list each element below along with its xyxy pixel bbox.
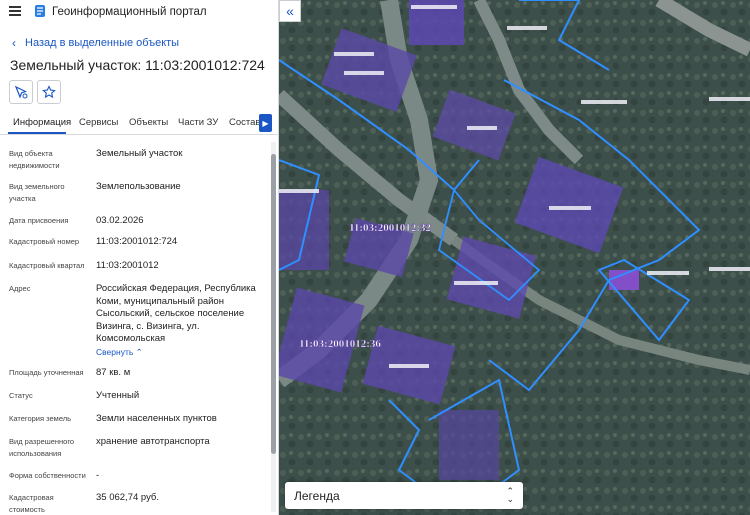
property-label: Статус: [9, 391, 33, 400]
cadastral-tag: [549, 206, 591, 210]
top-bar: Геоинформационный портал: [0, 0, 278, 24]
cadastral-tag: [709, 97, 750, 101]
favorite-button[interactable]: [37, 80, 61, 104]
property-label: Дата присвоения: [9, 216, 69, 225]
cadastral-tag: [411, 5, 457, 9]
cadastral-tag: [507, 26, 547, 30]
cadastral-tag: [647, 271, 689, 275]
property-value: 35 062,74 руб.: [96, 492, 160, 503]
collapse-link-label: Свернуть: [96, 346, 134, 357]
tab-objects[interactable]: Объекты: [129, 117, 168, 128]
property-value: Землепользование: [96, 181, 181, 192]
property-label: Площадь уточненная: [9, 368, 84, 377]
property-value: Учтенный: [96, 390, 140, 401]
menu-icon[interactable]: [9, 6, 21, 16]
cadastral-tag: [467, 126, 497, 130]
property-value: 87 кв. м: [96, 367, 131, 378]
star-icon: [42, 85, 56, 99]
back-link-label: Назад в выделенные объекты: [25, 37, 180, 49]
property-label: Форма собственности: [9, 471, 86, 480]
cadastral-tag: [334, 52, 374, 56]
property-label: Кадастровая стоимость: [9, 493, 54, 514]
cadastral-tag: [454, 281, 498, 285]
cadastral-tag: [581, 100, 627, 104]
map-label-parcel-32[interactable]: 11:03:2001012:32: [349, 222, 432, 234]
panel-scrollbar[interactable]: [271, 142, 276, 512]
map-canvas[interactable]: 11:03:2001012:32 11:03:2001012:36: [279, 0, 750, 515]
property-label: Вид объекта недвижимости: [9, 149, 60, 170]
chevron-left-icon: ‹: [12, 36, 16, 50]
property-value[interactable]: 11:03:2001012:724: [96, 236, 266, 249]
property-value: Земельный участок: [96, 148, 183, 159]
page-title: Земельный участок: 11:03:2001012:724: [10, 57, 265, 73]
cadastral-tag: [389, 364, 429, 368]
property-label: Кадастровый квартал: [9, 261, 85, 270]
cursor-select-icon: [14, 85, 28, 99]
collapse-link[interactable]: Свернуть ⌃: [96, 347, 143, 357]
tab-info[interactable]: Информация: [13, 117, 71, 128]
tab-parts[interactable]: Части ЗУ: [178, 117, 218, 128]
property-label: Адрес: [9, 284, 31, 293]
info-panel: Геоинформационный портал ‹ Назад в выдел…: [0, 0, 279, 515]
property-value: 03.02.2026: [96, 215, 144, 226]
tab-composition[interactable]: Состав: [229, 117, 260, 128]
building: [279, 190, 329, 270]
legend-dropdown[interactable]: Легенда ⌃ ⌄: [285, 482, 523, 509]
property-label: Кадастровый номер: [9, 237, 80, 246]
property-label: Вид земельного участка: [9, 182, 65, 203]
tabs-next-button[interactable]: ▶: [259, 114, 272, 132]
building: [439, 410, 499, 480]
property-value: Российская Федерация, Республика Коми, м…: [96, 283, 266, 359]
chevron-updown-icon: ⌃ ⌄: [506, 486, 514, 504]
tab-bar: Информация Сервисы Объекты Части ЗУ Сост…: [0, 110, 278, 135]
double-chevron-left-icon: «: [286, 3, 294, 19]
property-label: Вид разрешенного использования: [9, 437, 75, 458]
property-value: Земли населенных пунктов: [96, 413, 217, 424]
legend-label: Легенда: [294, 489, 340, 503]
portal-logo-icon: [35, 5, 45, 17]
cadastral-tag: [279, 189, 319, 193]
map-view[interactable]: 11:03:2001012:32 11:03:2001012:36: [279, 0, 750, 515]
address-text: Российская Федерация, Республика Коми, м…: [96, 283, 256, 344]
chevron-up-icon: ⌃: [135, 346, 143, 357]
collapse-panel-button[interactable]: «: [279, 0, 301, 22]
property-label: Категория земель: [9, 414, 72, 423]
property-value[interactable]: 11:03:2001012: [96, 260, 266, 273]
scrollbar-thumb[interactable]: [271, 154, 276, 454]
select-tool-button[interactable]: [9, 80, 33, 104]
chevron-right-icon: ▶: [262, 118, 269, 128]
app-title: Геоинформационный портал: [52, 6, 207, 18]
cadastral-tag: [344, 71, 384, 75]
active-tab-indicator: [8, 132, 66, 134]
tab-services[interactable]: Сервисы: [79, 117, 118, 128]
back-link[interactable]: ‹ Назад в выделенные объекты: [12, 36, 179, 50]
cadastral-tag: [709, 267, 750, 271]
map-label-parcel-36[interactable]: 11:03:2001012:36: [299, 338, 382, 350]
property-value: -: [96, 470, 100, 481]
property-value: хранение автотранспорта: [96, 436, 210, 447]
